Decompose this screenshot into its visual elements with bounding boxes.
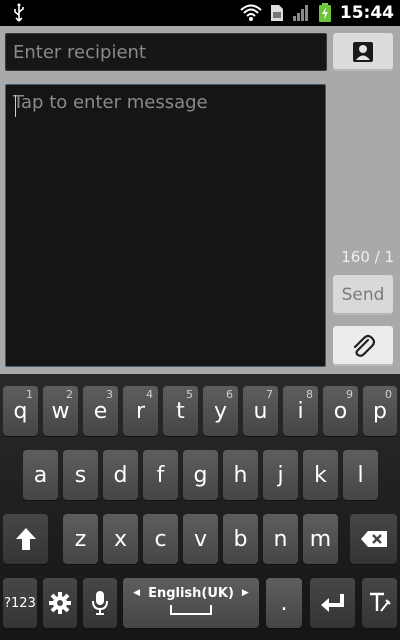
recipient-field-container xyxy=(5,33,327,71)
message-input[interactable] xyxy=(6,85,325,366)
language-selector: ◀ English(UK) ▶ xyxy=(133,586,249,601)
attach-button[interactable] xyxy=(333,326,393,366)
key-v[interactable]: v xyxy=(183,514,218,564)
compose-area: 160 / 1 Send xyxy=(0,26,400,374)
key-r[interactable]: 4r xyxy=(123,386,158,436)
key-b[interactable]: b xyxy=(223,514,258,564)
key-i[interactable]: 8i xyxy=(283,386,318,436)
text-format-icon xyxy=(369,592,391,612)
key-m[interactable]: m xyxy=(303,514,338,564)
key-k[interactable]: k xyxy=(303,450,338,500)
enter-icon xyxy=(320,594,344,612)
sim-icon xyxy=(270,5,283,21)
signal-icon xyxy=(292,5,308,21)
space-bar-icon xyxy=(170,604,212,615)
key-a[interactable]: a xyxy=(23,450,58,500)
enter-key[interactable] xyxy=(310,578,355,628)
status-bar: 15:44 xyxy=(0,0,400,26)
key-x[interactable]: x xyxy=(103,514,138,564)
usb-icon xyxy=(14,3,24,22)
key-h[interactable]: h xyxy=(223,450,258,500)
key-z[interactable]: z xyxy=(63,514,98,564)
key-d[interactable]: d xyxy=(103,450,138,500)
shift-icon xyxy=(15,528,36,550)
arrow-left-icon: ◀ xyxy=(133,588,141,598)
symbols-key[interactable]: ?123 xyxy=(3,578,37,628)
key-c[interactable]: c xyxy=(143,514,178,564)
language-label: English(UK) xyxy=(148,585,234,601)
key-g[interactable]: g xyxy=(183,450,218,500)
contact-icon xyxy=(353,42,373,62)
settings-key[interactable] xyxy=(43,578,77,628)
key-y[interactable]: 6y xyxy=(203,386,238,436)
character-counter: 160 / 1 xyxy=(341,248,394,266)
text-format-key[interactable] xyxy=(362,578,397,628)
key-l[interactable]: l xyxy=(343,450,378,500)
battery-charging-icon xyxy=(318,3,331,22)
key-q[interactable]: 1q xyxy=(3,386,38,436)
microphone-icon xyxy=(92,591,108,615)
status-time: 15:44 xyxy=(339,3,394,23)
key-o[interactable]: 9o xyxy=(323,386,358,436)
key-j[interactable]: j xyxy=(263,450,298,500)
key-e[interactable]: 3e xyxy=(83,386,118,436)
arrow-right-icon: ▶ xyxy=(241,588,249,598)
key-p[interactable]: 0p xyxy=(363,386,397,436)
key-u[interactable]: 7u xyxy=(243,386,278,436)
contact-picker-button[interactable] xyxy=(333,33,393,71)
shift-key[interactable] xyxy=(3,514,48,564)
period-key[interactable]: . xyxy=(266,578,302,628)
text-cursor xyxy=(15,95,16,117)
send-button[interactable]: Send xyxy=(333,275,393,315)
backspace-icon xyxy=(360,531,387,547)
soft-keyboard: 1q 2w 3e 4r 5t 6y 7u 8i 9o 0p a s d f g … xyxy=(0,374,400,640)
status-icons: 15:44 xyxy=(240,0,394,26)
gear-icon xyxy=(49,592,71,614)
wifi-icon xyxy=(240,4,262,21)
key-s[interactable]: s xyxy=(63,450,98,500)
space-key[interactable]: ◀ English(UK) ▶ xyxy=(123,578,259,628)
key-n[interactable]: n xyxy=(263,514,298,564)
recipient-input[interactable] xyxy=(6,34,326,70)
voice-input-key[interactable] xyxy=(83,578,117,628)
key-t[interactable]: 5t xyxy=(163,386,198,436)
backspace-key[interactable] xyxy=(350,514,397,564)
key-w[interactable]: 2w xyxy=(43,386,78,436)
message-field-container xyxy=(5,84,326,367)
paperclip-icon xyxy=(353,334,376,357)
key-f[interactable]: f xyxy=(143,450,178,500)
